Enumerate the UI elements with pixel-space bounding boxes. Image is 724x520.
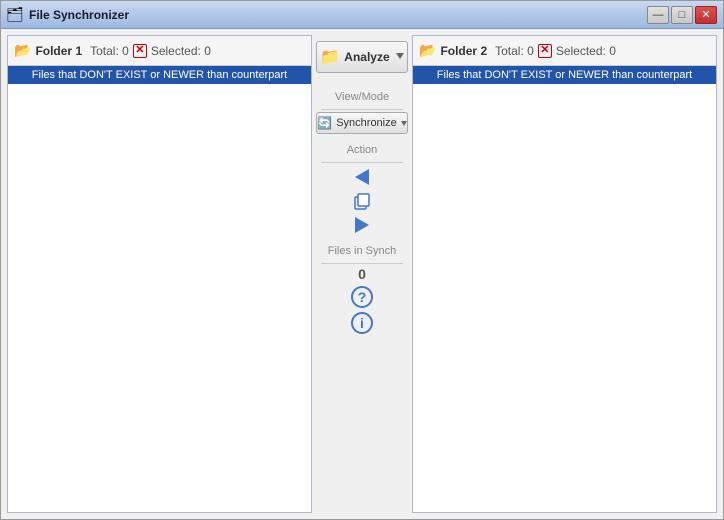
view-mode-divider: [321, 109, 404, 110]
sync-icon: 🔄: [317, 116, 332, 130]
files-in-synch-count: 0: [358, 266, 366, 282]
left-selected-label: Selected: 0: [151, 44, 211, 58]
left-panel-header: 📂 Folder 1 Total: 0 ✕ Selected: 0: [8, 36, 311, 66]
copy-button[interactable]: [348, 189, 376, 213]
main-content: 📂 Folder 1 Total: 0 ✕ Selected: 0 Files …: [1, 29, 723, 519]
analyze-label: Analyze: [344, 50, 389, 64]
synchronize-button[interactable]: 🔄 Synchronize: [316, 112, 408, 134]
minimize-button[interactable]: —: [647, 6, 669, 24]
window-controls: — □ ✕: [647, 6, 717, 24]
arrow-left-button[interactable]: [348, 165, 376, 189]
right-folder-label[interactable]: Folder 2: [440, 44, 487, 58]
left-folder-label[interactable]: Folder 1: [35, 44, 82, 58]
left-clear-button[interactable]: ✕: [133, 44, 147, 58]
action-divider: [321, 162, 404, 163]
maximize-button[interactable]: □: [671, 6, 693, 24]
view-mode-label: View/Mode: [316, 91, 408, 103]
right-panel-filter: Files that DON'T EXIST or NEWER than cou…: [413, 66, 716, 84]
right-total-label: Total: 0: [495, 44, 534, 58]
app-icon: 🗂: [7, 7, 23, 23]
help-question-button[interactable]: ?: [351, 286, 373, 308]
right-folder-icon: 📂: [419, 42, 436, 59]
files-in-synch-label: Files in Synch: [316, 245, 408, 257]
right-panel-body: [413, 84, 716, 512]
arrow-left-icon: [355, 169, 369, 185]
main-window: 🗂 File Synchronizer — □ ✕ 📂 Folder 1 Tot…: [0, 0, 724, 520]
title-bar: 🗂 File Synchronizer — □ ✕: [1, 1, 723, 29]
help-info-button[interactable]: i: [351, 312, 373, 334]
right-panel: 📂 Folder 2 Total: 0 ✕ Selected: 0 Files …: [412, 35, 717, 513]
right-selected-label: Selected: 0: [556, 44, 616, 58]
middle-section: View/Mode 🔄 Synchronize Action: [316, 83, 408, 334]
left-panel-body: [8, 84, 311, 512]
right-clear-button[interactable]: ✕: [538, 44, 552, 58]
window-title: File Synchronizer: [29, 8, 641, 22]
arrow-right-button[interactable]: [348, 213, 376, 237]
analyze-icon: 📁: [320, 47, 340, 67]
middle-column: 📁 Analyze View/Mode 🔄 Synchronize Action: [312, 35, 412, 513]
arrow-right-icon: [355, 217, 369, 233]
files-in-synch-divider: [321, 263, 404, 264]
analyze-button[interactable]: 📁 Analyze: [316, 41, 408, 73]
left-total-label: Total: 0: [90, 44, 129, 58]
left-panel: 📂 Folder 1 Total: 0 ✕ Selected: 0 Files …: [7, 35, 312, 513]
close-button[interactable]: ✕: [695, 6, 717, 24]
right-panel-header: 📂 Folder 2 Total: 0 ✕ Selected: 0: [413, 36, 716, 66]
copy-icon: [352, 191, 372, 211]
action-label: Action: [316, 144, 408, 156]
analyze-dropdown-arrow: [396, 53, 404, 61]
synchronize-label: Synchronize: [336, 117, 397, 129]
left-folder-icon: 📂: [14, 42, 31, 59]
analyze-section: 📁 Analyze: [316, 41, 408, 73]
left-panel-filter: Files that DON'T EXIST or NEWER than cou…: [8, 66, 311, 84]
sync-dropdown-arrow: [401, 121, 407, 126]
